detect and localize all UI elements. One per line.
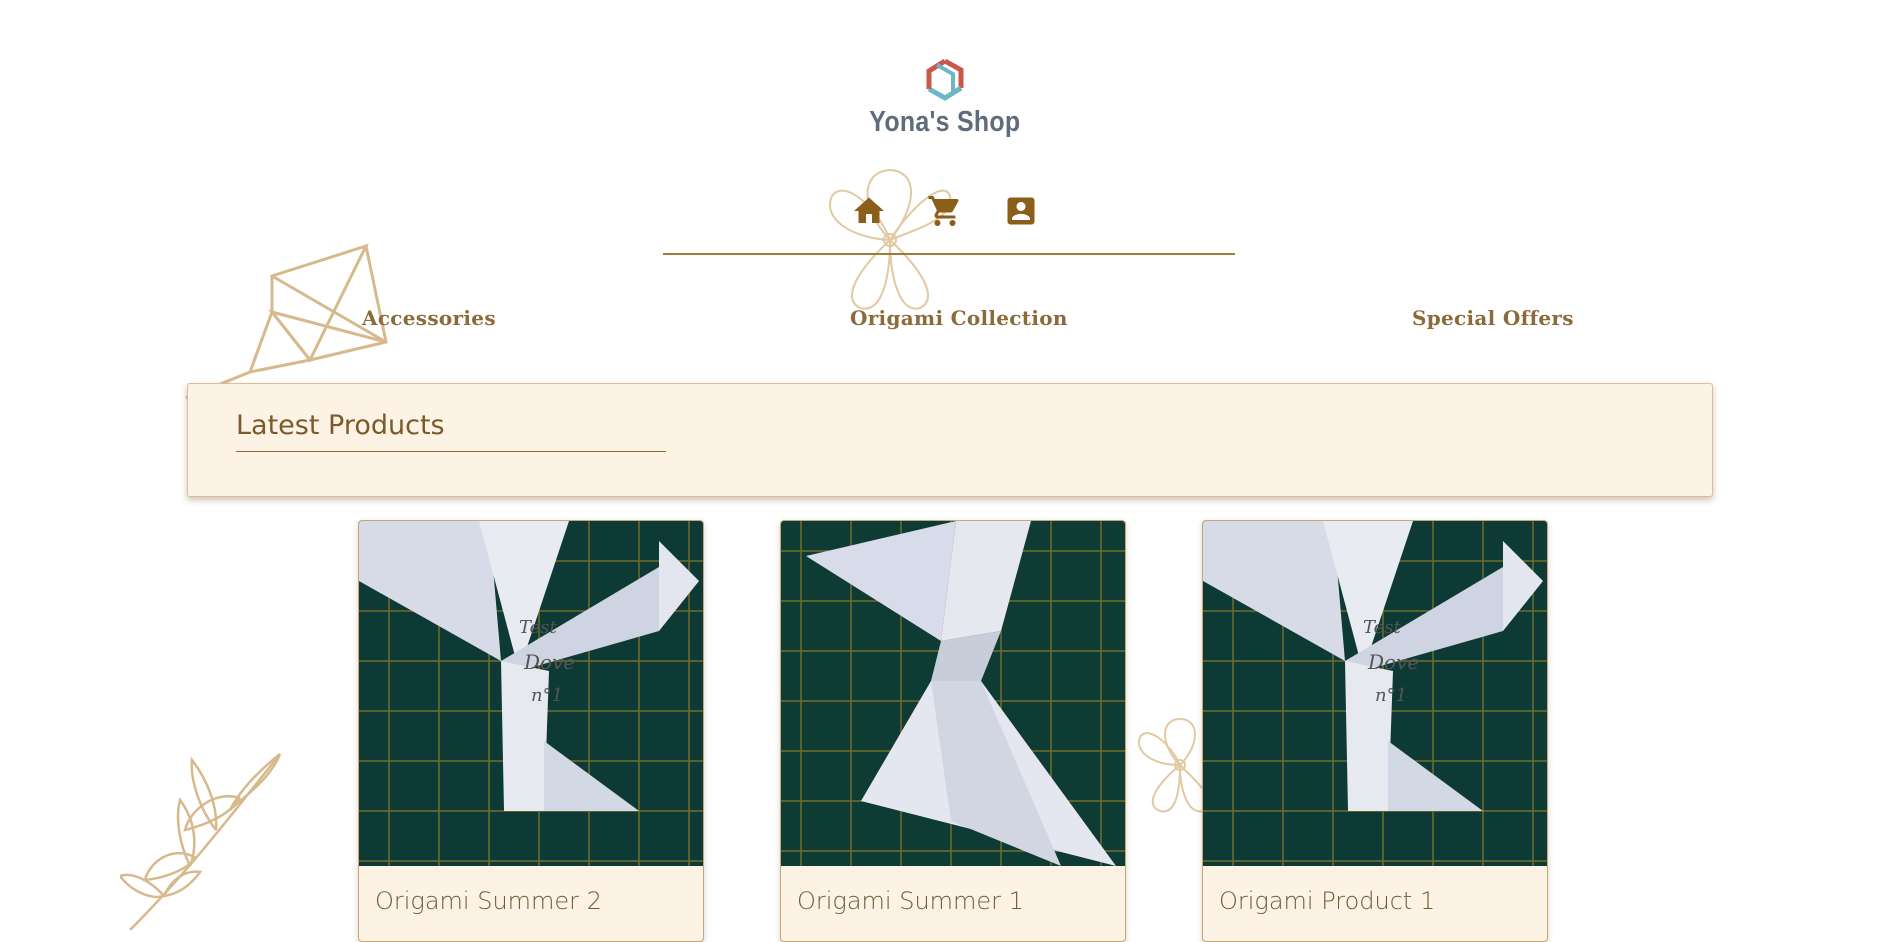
svg-text:Dove: Dove bbox=[523, 650, 575, 674]
cart-icon[interactable] bbox=[927, 193, 963, 229]
leaf-branch-line-art bbox=[120, 753, 282, 930]
category-special-offers[interactable]: Special Offers bbox=[1412, 306, 1574, 330]
section-title-underline bbox=[236, 451, 666, 452]
product-image: Test Dove n°1 bbox=[1203, 521, 1547, 866]
svg-text:Dove: Dove bbox=[1367, 650, 1419, 674]
account-icon[interactable] bbox=[1003, 193, 1039, 229]
flower-line-art bbox=[829, 168, 952, 310]
latest-products-header: Latest Products bbox=[187, 383, 1713, 497]
category-origami-collection[interactable]: Origami Collection bbox=[850, 306, 1068, 330]
home-icon[interactable] bbox=[851, 193, 887, 229]
svg-text:n°1: n°1 bbox=[531, 685, 563, 706]
main-nav bbox=[0, 193, 1890, 229]
nav-divider bbox=[663, 253, 1235, 255]
product-card[interactable]: Test Dove n°1 Origami Product 1 bbox=[1202, 520, 1548, 942]
svg-text:Test: Test bbox=[1363, 617, 1401, 638]
product-card[interactable]: Test Dove n°1 Origami Summer 2 bbox=[358, 520, 704, 942]
category-accessories[interactable]: Accessories bbox=[362, 306, 496, 330]
brand-name: Yona's Shop bbox=[869, 106, 1021, 138]
product-title: Origami Product 1 bbox=[1219, 887, 1436, 915]
section-title: Latest Products bbox=[236, 410, 445, 441]
svg-text:Test: Test bbox=[519, 617, 557, 638]
product-title: Origami Summer 2 bbox=[375, 887, 602, 915]
svg-text:n°1: n°1 bbox=[1375, 685, 1407, 706]
product-image: Test Dove n°1 bbox=[359, 521, 703, 866]
product-title: Origami Summer 1 bbox=[797, 887, 1024, 915]
product-card[interactable]: Origami Summer 1 bbox=[780, 520, 1126, 942]
product-image bbox=[781, 521, 1125, 866]
shop-logo-icon bbox=[926, 58, 964, 101]
site-logo[interactable]: Yona's Shop bbox=[0, 58, 1890, 139]
